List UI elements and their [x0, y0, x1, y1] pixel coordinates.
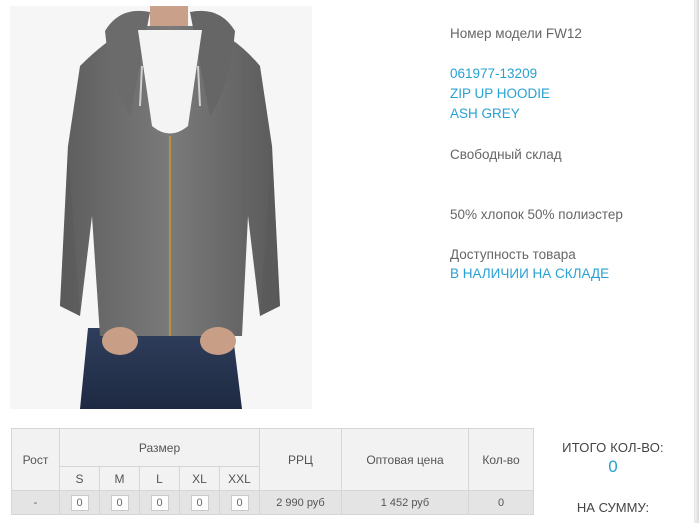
row-height: - — [11, 490, 60, 515]
product-name: ZIP UP HOODIE — [450, 86, 551, 101]
qty-cell-l: 0 — [139, 490, 180, 515]
qty-input-s[interactable]: 0 — [70, 494, 89, 511]
qty-cell-xxl: 0 — [219, 490, 260, 515]
order-totals: ИТОГО КОЛ-ВО: 0 НА СУММУ: — [540, 440, 686, 515]
total-qty-value: 0 — [608, 457, 618, 476]
table-row: - 0 0 0 0 0 2 990 руб 1 452 руб 0 — [11, 490, 534, 515]
col-wholesale-header: Оптовая цена — [341, 428, 469, 491]
article-number: 061977-13209 — [450, 66, 538, 81]
scrollbar-edge[interactable] — [694, 0, 699, 523]
availability-label: Доступность товара — [450, 247, 576, 262]
total-qty-label: ИТОГО КОЛ-ВО: — [562, 440, 664, 455]
warehouse-type: Свободный склад — [450, 147, 562, 162]
col-height-header: Рост — [11, 428, 60, 491]
product-image — [10, 6, 312, 409]
qty-cell-s: 0 — [59, 490, 100, 515]
product-page: Номер модели FW12 061977-13209 ZIP UP HO… — [0, 0, 699, 523]
hoodie-illustration — [10, 6, 312, 409]
row-rrp: 2 990 руб — [259, 490, 342, 515]
row-qty: 0 — [468, 490, 534, 515]
composition: 50% хлопок 50% полиэстер — [450, 207, 623, 222]
availability-status: В НАЛИЧИИ НА СКЛАДЕ — [450, 266, 610, 281]
size-label-xxl: XXL — [219, 466, 260, 491]
qty-input-l[interactable]: 0 — [150, 494, 169, 511]
total-sum-label: НА СУММУ: — [576, 500, 650, 515]
order-table: Рост Размер РРЦ Оптовая цена Кол-во S M … — [11, 428, 534, 515]
qty-input-xxl[interactable]: 0 — [230, 494, 249, 511]
qty-input-xl[interactable]: 0 — [190, 494, 209, 511]
product-color: ASH GREY — [450, 106, 520, 121]
size-label-l: L — [139, 466, 180, 491]
col-rrp-header: РРЦ — [259, 428, 342, 491]
size-label-s: S — [59, 466, 100, 491]
qty-cell-xl: 0 — [179, 490, 220, 515]
col-qty-header: Кол-во — [468, 428, 534, 491]
qty-input-m[interactable]: 0 — [110, 494, 129, 511]
size-label-xl: XL — [179, 466, 220, 491]
qty-cell-m: 0 — [99, 490, 140, 515]
col-size-header: Размер — [59, 428, 260, 467]
size-label-m: M — [99, 466, 140, 491]
model-number: Номер модели FW12 — [450, 26, 582, 41]
row-wholesale: 1 452 руб — [341, 490, 469, 515]
